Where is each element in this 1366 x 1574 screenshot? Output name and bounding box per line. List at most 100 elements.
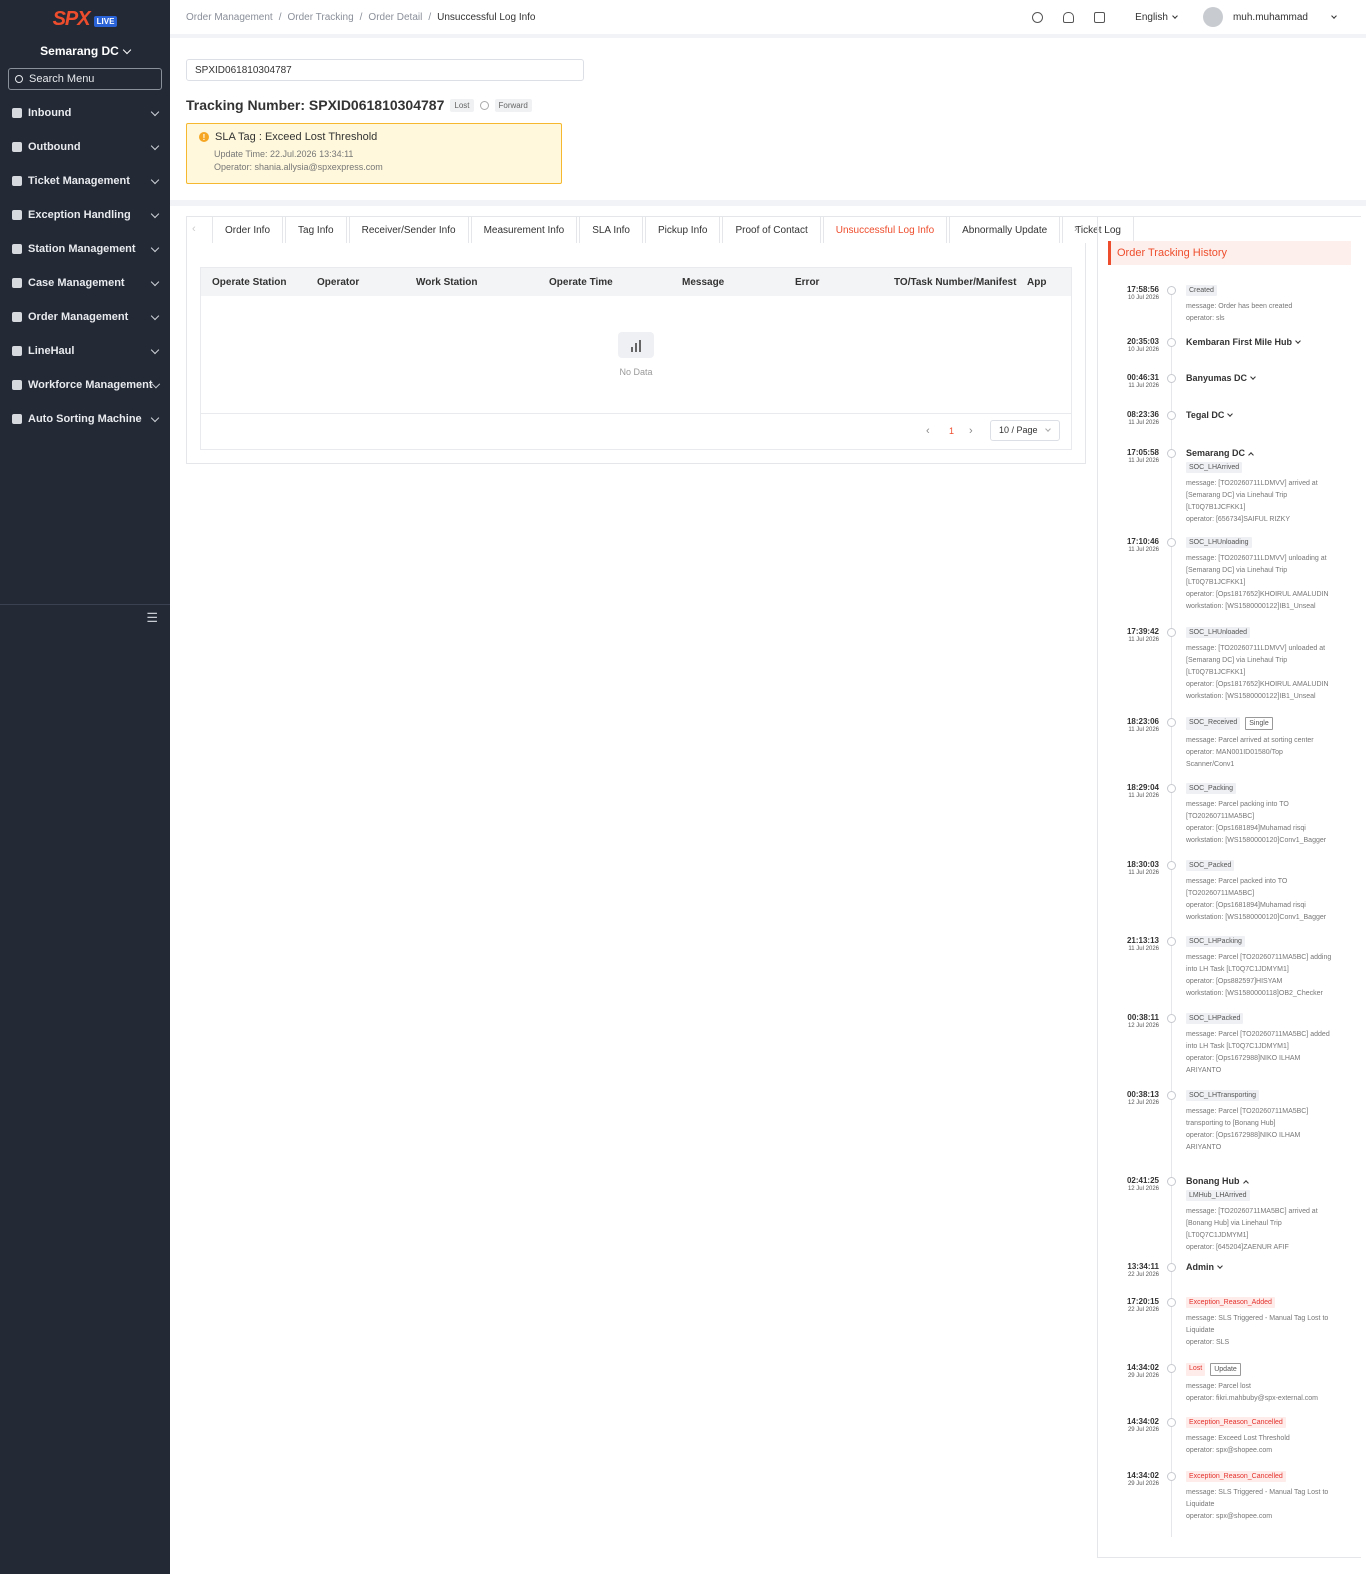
sla-update-time: Update Time: 22.Jul.2026 13:34:11 bbox=[214, 149, 354, 159]
sidebar-item-ticket-management[interactable]: Ticket Management bbox=[0, 164, 170, 198]
chevron-down-icon bbox=[150, 209, 160, 218]
chevron-down-icon bbox=[150, 141, 160, 150]
event-location[interactable]: Tegal DC bbox=[1186, 410, 1354, 420]
username: muh.muhammad bbox=[1232, 11, 1308, 23]
live-badge: LIVE bbox=[93, 15, 118, 27]
tab-tag-info[interactable]: Tag Info bbox=[285, 216, 347, 243]
breadcrumb-item[interactable]: Order Management bbox=[186, 12, 273, 23]
event-time: 13:34:11 bbox=[1127, 1262, 1159, 1271]
event-message-line: message: Parcel [TO20260711MA5BC] added bbox=[1186, 1031, 1330, 1038]
timeline-dot-icon bbox=[1167, 411, 1176, 420]
station-selector[interactable]: Semarang DC bbox=[0, 38, 170, 64]
event-location[interactable]: Banyumas DC bbox=[1186, 373, 1354, 383]
help-icon[interactable] bbox=[1032, 11, 1044, 23]
chevron-down-icon bbox=[1045, 426, 1051, 432]
breadcrumb-item[interactable]: Order Detail bbox=[368, 12, 422, 23]
event-date: 10 Jul 2026 bbox=[1127, 347, 1159, 353]
tab-pickup-info[interactable]: Pickup Info bbox=[645, 216, 721, 243]
location-name: Semarang DC bbox=[1186, 448, 1246, 458]
user-menu[interactable]: muh.muhammad bbox=[1202, 7, 1337, 27]
status-badge: Exception_Reason_Added bbox=[1186, 1297, 1275, 1308]
sidebar-item-workforce-management[interactable]: Workforce Management bbox=[0, 368, 170, 402]
language-selector[interactable]: English bbox=[1135, 12, 1178, 23]
chevron-down-icon bbox=[150, 345, 160, 354]
sidebar-item-inbound[interactable]: Inbound bbox=[0, 96, 170, 130]
event-location[interactable]: Bonang Hub bbox=[1186, 1176, 1354, 1186]
event-date: 12 Jul 2026 bbox=[1127, 1023, 1159, 1029]
status-badge: SOC_Received bbox=[1186, 717, 1241, 730]
event-message: message: Parcel lost operator: fikri.mahb… bbox=[1186, 1381, 1354, 1405]
prev-page-icon[interactable]: ‹ bbox=[926, 425, 930, 437]
menu-collapse-icon: ☰ bbox=[146, 609, 158, 625]
collapse-menu-button[interactable]: ☰ bbox=[0, 604, 170, 630]
timeline-dot-icon bbox=[1167, 1091, 1176, 1100]
breadcrumb-item[interactable]: Order Tracking bbox=[288, 12, 354, 23]
sidebar-item-linehaul[interactable]: LineHaul bbox=[0, 334, 170, 368]
menu-icon bbox=[12, 176, 22, 186]
sidebar-item-label: Station Management bbox=[28, 243, 136, 255]
status-badge: Exception_Reason_Cancelled bbox=[1186, 1417, 1286, 1428]
bell-icon[interactable] bbox=[1063, 11, 1075, 23]
chevron-down-icon bbox=[150, 243, 160, 252]
sidebar-item-exception-handling[interactable]: Exception Handling bbox=[0, 198, 170, 232]
event-message-line: operator: spx@shopee.com bbox=[1186, 1513, 1273, 1520]
top-bar: Order Management / Order Tracking / Order … bbox=[170, 0, 1366, 38]
timeline-dot-icon bbox=[1167, 628, 1176, 637]
column-header: App bbox=[1027, 277, 1047, 288]
status-badge: SOC_LHPacked bbox=[1186, 1013, 1244, 1024]
event-time: 14:34:02 bbox=[1126, 1363, 1159, 1372]
event-time: 02:41:25 bbox=[1126, 1176, 1159, 1185]
status-badge: SOC_Packing bbox=[1186, 783, 1236, 794]
station-name: Semarang DC bbox=[40, 44, 119, 58]
tab-receiver-sender-info[interactable]: Receiver/Sender Info bbox=[348, 216, 469, 243]
sidebar-item-order-management[interactable]: Order Management bbox=[0, 300, 170, 334]
tab-measurement-info[interactable]: Measurement Info bbox=[470, 216, 578, 243]
tab-order-info[interactable]: Order Info bbox=[212, 216, 284, 243]
column-header: Operate Time bbox=[549, 277, 613, 288]
sidebar-item-auto-sorting-machine[interactable]: Auto Sorting Machine bbox=[0, 402, 170, 436]
timeline-dot-icon bbox=[1167, 1014, 1176, 1023]
event-location[interactable]: Admin bbox=[1186, 1262, 1354, 1272]
event-message-line: [LT0Q7C1JDMYM1] bbox=[1186, 1232, 1249, 1239]
event-location[interactable]: Kembaran First Mile Hub bbox=[1186, 337, 1354, 347]
event-message: message: [TO20260711MA5BC] arrived at [Bo… bbox=[1186, 1206, 1354, 1254]
event-message-line: ARIYANTO bbox=[1186, 1067, 1222, 1074]
breadcrumb-current: Unsuccessful Log Info bbox=[437, 11, 536, 23]
event-date: 11 Jul 2026 bbox=[1128, 870, 1159, 876]
chevron-right-icon[interactable]: › bbox=[1074, 223, 1078, 235]
tracking-number-input[interactable]: SPXID061810304787 bbox=[186, 59, 584, 81]
timeline-dot-icon bbox=[1167, 1418, 1176, 1427]
search-menu-input[interactable]: Search Menu bbox=[8, 68, 162, 90]
menu-icon bbox=[12, 108, 22, 118]
event-location[interactable]: Semarang DC bbox=[1186, 448, 1354, 458]
lost-tag: Lost bbox=[450, 98, 474, 112]
next-page-icon[interactable]: › bbox=[969, 425, 973, 437]
tab-proof-of-contact[interactable]: Proof of Contact bbox=[722, 216, 821, 243]
timeline-dot-icon bbox=[1167, 1472, 1176, 1481]
tab-abnormally-update[interactable]: Abnormally Update bbox=[949, 216, 1061, 243]
event-message: message: [TO20260711LDMVV] arrived at [Se… bbox=[1186, 478, 1354, 526]
event-message-line: workstation: [WS1580000120]Conv1_Bagger bbox=[1186, 837, 1327, 844]
sidebar-item-label: Inbound bbox=[28, 107, 72, 119]
sidebar-item-station-management[interactable]: Station Management bbox=[0, 232, 170, 266]
sidebar-item-case-management[interactable]: Case Management bbox=[0, 266, 170, 300]
info-icon[interactable] bbox=[479, 100, 489, 110]
event-message-line: workstation: [WS1580000118]OB2_Checker bbox=[1186, 990, 1323, 997]
chevron-left-icon[interactable]: ‹ bbox=[192, 223, 196, 235]
timeline-dot-icon bbox=[1167, 1298, 1176, 1307]
avatar bbox=[1202, 7, 1223, 27]
location-name: Banyumas DC bbox=[1186, 373, 1248, 383]
tab-unsuccessful-log-info[interactable]: Unsuccessful Log Info bbox=[822, 216, 948, 243]
location-name: Kembaran First Mile Hub bbox=[1186, 337, 1293, 347]
clipboard-icon[interactable] bbox=[1094, 11, 1106, 23]
spx-logo[interactable]: SPX LIVE bbox=[0, 0, 170, 38]
menu-icon bbox=[12, 414, 22, 424]
page-number[interactable]: 1 bbox=[949, 426, 954, 436]
page-size-select[interactable]: 10 / Page bbox=[990, 420, 1060, 441]
tab-sla-info[interactable]: SLA Info bbox=[579, 216, 643, 243]
event-message-line: [Semarang DC] via Linehaul Trip bbox=[1186, 567, 1288, 574]
event-message-line: operator: MAN001ID01580/Top bbox=[1186, 749, 1283, 756]
event-message-line: operator: [645204]ZAENUR AFIF bbox=[1186, 1244, 1289, 1251]
sidebar-item-outbound[interactable]: Outbound bbox=[0, 130, 170, 164]
timeline-dot-icon bbox=[1167, 374, 1176, 383]
